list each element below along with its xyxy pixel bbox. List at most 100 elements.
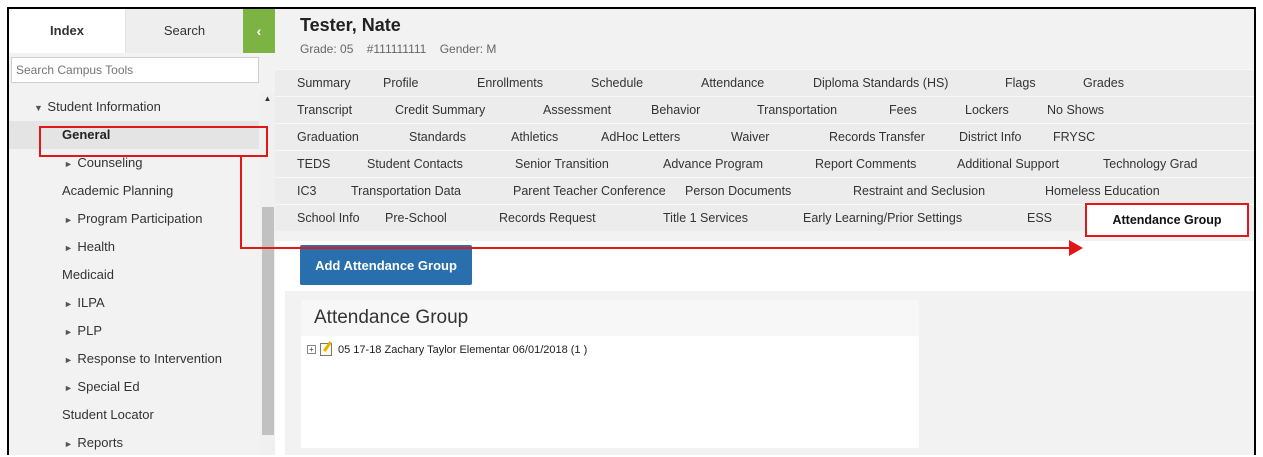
tab-flags[interactable]: Flags: [1005, 70, 1036, 97]
tab-adhoc-letters[interactable]: AdHoc Letters: [601, 124, 680, 151]
student-meta: Grade: 05 #111111111 Gender: M: [300, 42, 506, 56]
tree-item-label: Medicaid: [62, 267, 115, 282]
tree-item[interactable]: ► Program Participation: [9, 205, 259, 233]
tab-behavior[interactable]: Behavior: [651, 97, 700, 124]
tab-transportation[interactable]: Transportation: [757, 97, 837, 124]
scrollbar-thumb[interactable]: [262, 207, 274, 435]
tab-senior-transition[interactable]: Senior Transition: [515, 151, 609, 178]
tab-student-contacts[interactable]: Student Contacts: [367, 151, 463, 178]
tree-item[interactable]: ► Reports: [9, 429, 259, 455]
tab-school-info[interactable]: School Info: [297, 205, 360, 232]
tab-no-shows[interactable]: No Shows: [1047, 97, 1104, 124]
tab-restraint-and-seclusion[interactable]: Restraint and Seclusion: [853, 178, 985, 205]
tab-ic3[interactable]: IC3: [297, 178, 316, 205]
annotation-arrow-vertical: [240, 156, 242, 249]
add-attendance-group-button[interactable]: Add Attendance Group: [300, 245, 472, 285]
expand-icon[interactable]: +: [307, 345, 316, 354]
tab-title-1-services[interactable]: Title 1 Services: [663, 205, 748, 232]
collapsed-triangle-icon[interactable]: ►: [64, 243, 75, 253]
tree-item[interactable]: Academic Planning: [9, 177, 259, 205]
tree-item-label: Program Participation: [77, 211, 203, 226]
annotation-arrow-horizontal: [240, 247, 1072, 249]
tab-index[interactable]: Index: [9, 9, 126, 53]
tree-item-label: Response to Intervention: [77, 351, 222, 366]
tree-item[interactable]: ► ILPA: [9, 289, 259, 317]
tab-teds[interactable]: TEDS: [297, 151, 330, 178]
tab-advance-program[interactable]: Advance Program: [663, 151, 763, 178]
tab-standards[interactable]: Standards: [409, 124, 466, 151]
tab-profile[interactable]: Profile: [383, 70, 418, 97]
attendance-group-entry[interactable]: + 05 17-18 Zachary Taylor Elementar 06/0…: [307, 343, 587, 356]
tab-person-documents[interactable]: Person Documents: [685, 178, 791, 205]
tree-item-label: Counseling: [77, 155, 143, 170]
tree-item[interactable]: ▼ Student Information: [9, 93, 259, 121]
tab-row: Transcript Credit Summary Assessment Behavi…: [275, 96, 1254, 124]
tab-row: IC3 Transportation Data Parent Teacher Con…: [275, 177, 1254, 205]
tree-item[interactable]: ► Special Ed: [9, 373, 259, 401]
attendance-group-label[interactable]: 05 17-18 Zachary Taylor Elementar 06/01/…: [338, 344, 587, 356]
tab-homeless-education[interactable]: Homeless Education: [1045, 178, 1160, 205]
tree-item[interactable]: ► Response to Intervention: [9, 345, 259, 373]
student-header: Tester, Nate Grade: 05 #111111111 Gender…: [275, 9, 1254, 67]
tab-credit-summary[interactable]: Credit Summary: [395, 97, 485, 124]
collapse-sidebar-icon[interactable]: ‹: [243, 9, 275, 53]
tab-search[interactable]: Search: [126, 9, 243, 53]
panel-area: Attendance Group + 05 17-18 Zachary Tayl…: [285, 291, 1254, 455]
scroll-up-icon[interactable]: ▲: [262, 93, 273, 105]
tab-waiver[interactable]: Waiver: [731, 124, 769, 151]
tree-item[interactable]: Student Locator: [9, 401, 259, 429]
tab-transportation-data[interactable]: Transportation Data: [351, 178, 461, 205]
tree-item-label: Academic Planning: [62, 183, 174, 198]
collapsed-triangle-icon[interactable]: ►: [64, 299, 75, 309]
annotation-arrow-head-icon: [1069, 240, 1083, 256]
tab-parent-teacher-conference[interactable]: Parent Teacher Conference: [513, 178, 666, 205]
tab-diploma-standards-hs[interactable]: Diploma Standards (HS): [813, 70, 948, 97]
tree-item[interactable]: Medicaid: [9, 261, 259, 289]
tab-ess[interactable]: ESS: [1027, 205, 1052, 232]
tab-fees[interactable]: Fees: [889, 97, 917, 124]
main-panel: Tester, Nate Grade: 05 #111111111 Gender…: [275, 9, 1254, 455]
tab-content: Add Attendance Group Attendance Group + …: [275, 241, 1254, 455]
edit-document-icon: [320, 343, 332, 356]
collapsed-triangle-icon[interactable]: ►: [64, 215, 75, 225]
collapsed-triangle-icon[interactable]: ►: [64, 159, 75, 169]
app-window: Index Search ‹ ▼ Student InformationGene…: [7, 7, 1256, 455]
tab-row: TEDS Student Contacts Senior Transition Adv…: [275, 150, 1254, 178]
tab-pre-school[interactable]: Pre-School: [385, 205, 447, 232]
expanded-triangle-icon[interactable]: ▼: [34, 103, 45, 113]
tab-frysc[interactable]: FRYSC: [1053, 124, 1095, 151]
tab-row: School Info Pre-School Records Request Titl…: [275, 203, 1254, 237]
tab-summary[interactable]: Summary: [297, 70, 350, 97]
tab-grades[interactable]: Grades: [1083, 70, 1124, 97]
tab-attendance[interactable]: Attendance: [701, 70, 764, 97]
panel-title: Attendance Group: [301, 300, 919, 336]
tab-records-transfer[interactable]: Records Transfer: [829, 124, 925, 151]
tree-item-label: Student Information: [47, 99, 161, 114]
tab-athletics[interactable]: Athletics: [511, 124, 558, 151]
tab-assessment[interactable]: Assessment: [543, 97, 611, 124]
tab-graduation[interactable]: Graduation: [297, 124, 359, 151]
tree-item-label: Student Locator: [62, 407, 154, 422]
tab-technology-grad[interactable]: Technology Grad: [1103, 151, 1198, 178]
search-campus-tools-input[interactable]: [11, 57, 259, 83]
tab-enrollments[interactable]: Enrollments: [477, 70, 543, 97]
tree-item[interactable]: ► Health: [9, 233, 259, 261]
tab-records-request[interactable]: Records Request: [499, 205, 596, 232]
tree-item-label: PLP: [77, 323, 102, 338]
collapsed-triangle-icon[interactable]: ►: [64, 355, 75, 365]
student-gender: Gender: M: [439, 42, 497, 56]
tab-report-comments[interactable]: Report Comments: [815, 151, 916, 178]
tab-lockers[interactable]: Lockers: [965, 97, 1009, 124]
tab-additional-support[interactable]: Additional Support: [957, 151, 1059, 178]
tab-schedule[interactable]: Schedule: [591, 70, 643, 97]
tab-attendance-group[interactable]: Attendance Group: [1085, 203, 1249, 237]
tab-early-learning-prior-settings[interactable]: Early Learning/Prior Settings: [803, 205, 962, 232]
tab-row: Graduation Standards Athletics AdHoc Letter…: [275, 123, 1254, 151]
tab-transcript[interactable]: Transcript: [297, 97, 352, 124]
tab-district-info[interactable]: District Info: [959, 124, 1022, 151]
tree-item-label: Reports: [77, 435, 123, 450]
collapsed-triangle-icon[interactable]: ►: [64, 383, 75, 393]
collapsed-triangle-icon[interactable]: ►: [64, 327, 75, 337]
collapsed-triangle-icon[interactable]: ►: [64, 439, 75, 449]
tree-item[interactable]: ► PLP: [9, 317, 259, 345]
